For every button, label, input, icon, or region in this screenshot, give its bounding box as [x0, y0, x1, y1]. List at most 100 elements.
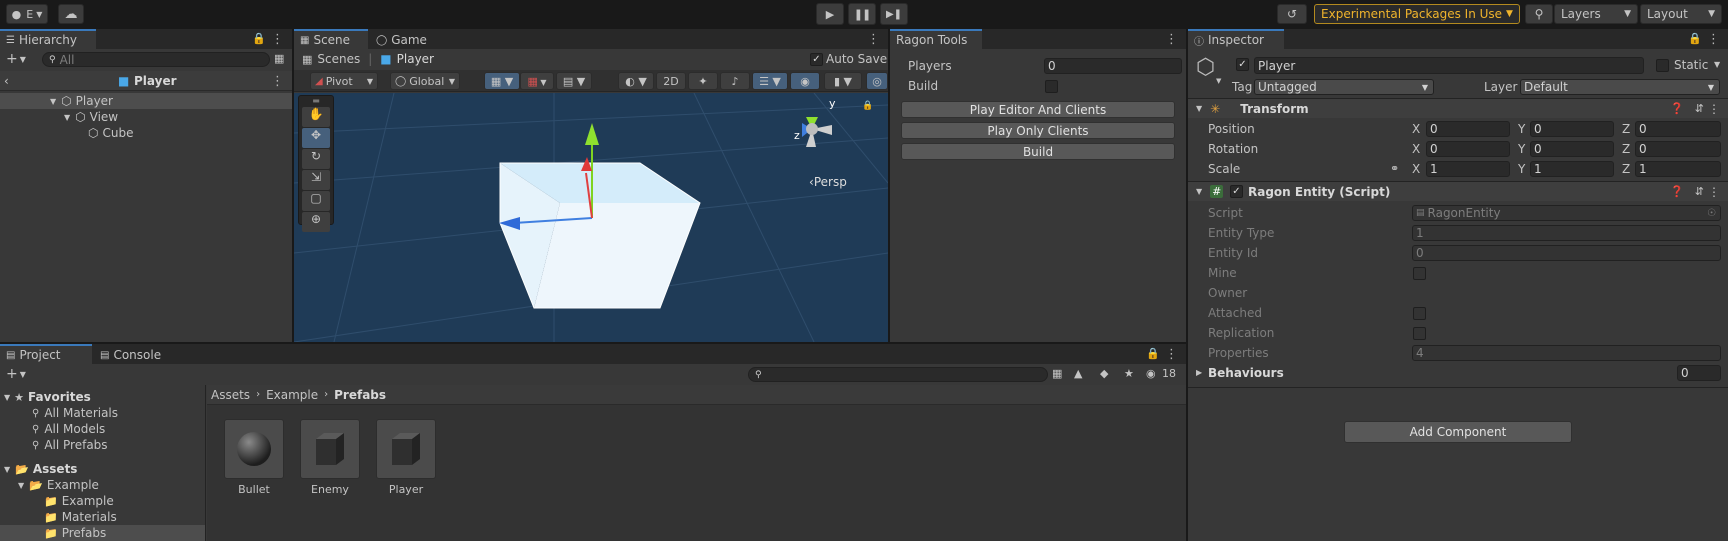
more-menu-icon[interactable]: ⋮ — [1707, 33, 1720, 46]
build-button[interactable]: Build — [901, 143, 1175, 160]
hidden-packages-icon[interactable]: ◉ — [1146, 367, 1156, 380]
folder-item-selected[interactable]: 📁 Prefabs — [0, 525, 205, 541]
lock-icon[interactable]: 🔒 — [1146, 347, 1160, 360]
add-component-button[interactable]: Add Component — [1344, 421, 1572, 443]
help-icon[interactable]: ❓ — [1670, 102, 1684, 115]
folder-item[interactable]: 📁 Materials — [0, 509, 205, 525]
global-dropdown[interactable]: ◯ Global ▼ — [390, 72, 460, 90]
play-only-clients-button[interactable]: Play Only Clients — [901, 122, 1175, 139]
filter-type-icon[interactable]: ▲ — [1074, 367, 1082, 380]
layer-dropdown[interactable]: Default ▼ — [1520, 79, 1720, 95]
favorite-item[interactable]: ⚲ All Prefabs — [0, 437, 205, 453]
breadcrumb-scenes[interactable]: Scenes — [317, 52, 360, 66]
experimental-packages-button[interactable]: Experimental Packages In Use ▼ — [1314, 4, 1520, 24]
camera-settings-button[interactable]: ▮ ▼ — [824, 72, 862, 90]
breadcrumb-assets[interactable]: Assets — [211, 388, 250, 402]
tab-project[interactable]: ▤ Project — [0, 344, 92, 364]
constrain-proportions-icon[interactable]: ⚭ — [1390, 162, 1399, 175]
pivot-dropdown[interactable]: ◢ Pivot ▼ — [310, 72, 378, 90]
chevron-down-icon[interactable]: ▼ — [20, 55, 26, 64]
effects-toggle[interactable]: ☰ ▼ — [752, 72, 788, 90]
transform-header[interactable]: ▼ ✳ Transform ❓ ⇵ ⋮ — [1188, 99, 1728, 118]
back-arrow-icon[interactable]: ‹ — [4, 74, 9, 88]
search-options-icon[interactable]: ▦ — [274, 52, 284, 65]
component-enabled-checkbox[interactable]: ✓ — [1230, 185, 1243, 198]
layers-dropdown[interactable]: Layers ▼ — [1554, 4, 1638, 24]
position-z-input[interactable]: 0 — [1635, 121, 1721, 137]
lock-icon[interactable]: 🔒 — [862, 101, 873, 111]
account-button[interactable]: ● E ▼ — [6, 4, 48, 24]
draw-mode-button[interactable]: ◐ ▼ — [618, 72, 654, 90]
breadcrumb-prefabs[interactable]: Prefabs — [334, 388, 386, 402]
more-menu-icon[interactable]: ⋮ — [1708, 185, 1720, 199]
hierarchy-search-input[interactable]: ⚲ All — [42, 52, 270, 67]
favorite-star-icon[interactable]: ★ — [1124, 367, 1134, 380]
2d-toggle[interactable]: 2D — [656, 72, 686, 90]
preset-icon[interactable]: ⇵ — [1695, 185, 1704, 198]
object-name-input[interactable]: Player — [1254, 57, 1644, 74]
scale-x-input[interactable]: 1 — [1426, 161, 1510, 177]
more-menu-icon[interactable]: ⋮ — [1165, 33, 1178, 46]
expand-arrow-icon[interactable]: ▼ — [50, 97, 56, 106]
assets-root[interactable]: ▼ 📂 Assets — [0, 461, 205, 477]
rotation-z-input[interactable]: 0 — [1635, 141, 1721, 157]
chevron-down-icon[interactable]: ▼ — [20, 370, 26, 379]
rotation-x-input[interactable]: 0 — [1426, 141, 1510, 157]
hidden-objects-toggle[interactable]: ◉ — [790, 72, 820, 90]
foldout-arrow-icon[interactable]: ▶ — [1196, 368, 1202, 377]
folder-item[interactable]: ▼ 📂 Example — [0, 477, 205, 493]
scene-viewport[interactable]: ▬ ✋ ✥ ↻ ⇲ ▢ ⊕ y z 🔒 ‹Persp — [294, 93, 888, 342]
behaviours-count-input[interactable]: 0 — [1677, 365, 1721, 381]
cloud-button[interactable]: ☁ — [58, 4, 84, 24]
play-button[interactable]: ▶ — [816, 3, 844, 25]
help-icon[interactable]: ❓ — [1670, 185, 1684, 198]
more-menu-icon[interactable]: ⋮ — [1165, 348, 1178, 361]
audio-toggle[interactable]: ♪ — [720, 72, 750, 90]
move-tool-icon[interactable]: ✥ — [302, 128, 330, 148]
grid-snapping-button[interactable]: ▦ ▼ — [484, 72, 520, 90]
scale-z-input[interactable]: 1 — [1635, 161, 1721, 177]
perspective-toggle[interactable]: ‹Persp — [809, 175, 847, 189]
rotate-tool-icon[interactable]: ↻ — [302, 149, 330, 169]
project-search-input[interactable]: ⚲ — [748, 367, 1048, 382]
foldout-arrow-icon[interactable]: ▼ — [1196, 104, 1202, 113]
expand-arrow-icon[interactable]: ▼ — [4, 393, 10, 402]
more-menu-icon[interactable]: ⋮ — [271, 33, 284, 46]
auto-save-checkbox[interactable]: ✓ — [810, 53, 823, 66]
tab-hierarchy[interactable]: ☰ Hierarchy — [0, 29, 96, 49]
asset-item[interactable]: Enemy — [300, 419, 360, 496]
breadcrumb-player[interactable]: Player — [397, 52, 434, 66]
expand-arrow-icon[interactable]: ▼ — [4, 465, 10, 474]
rect-tool-icon[interactable]: ▢ — [302, 191, 330, 211]
lock-icon[interactable]: 🔒 — [1688, 32, 1702, 45]
favorite-item[interactable]: ⚲ All Materials — [0, 405, 205, 421]
layout-dropdown[interactable]: Layout ▼ — [1640, 4, 1722, 24]
hierarchy-item[interactable]: ▼ ⬡ Player — [0, 93, 292, 109]
foldout-arrow-icon[interactable]: ▼ — [1196, 187, 1202, 196]
history-button[interactable]: ↺ — [1277, 4, 1307, 24]
increment-snap-button[interactable]: ▤ ▼ — [556, 72, 592, 90]
lock-icon[interactable]: 🔒 — [252, 32, 266, 45]
breadcrumb-example[interactable]: Example — [266, 388, 318, 402]
ragon-entity-header[interactable]: ▼ # ✓ Ragon Entity (Script) ❓ ⇵ ⋮ — [1188, 182, 1728, 201]
chevron-down-icon[interactable]: ▼ — [1714, 60, 1720, 69]
asset-item[interactable]: Player — [376, 419, 436, 496]
static-checkbox[interactable] — [1656, 59, 1669, 72]
scale-y-input[interactable]: 1 — [1530, 161, 1614, 177]
transform-tool-icon[interactable]: ⊕ — [302, 212, 330, 232]
pause-button[interactable]: ❚❚ — [848, 3, 876, 25]
lighting-toggle[interactable]: ✦ — [688, 72, 718, 90]
more-menu-icon[interactable]: ⋮ — [271, 75, 284, 88]
hierarchy-item[interactable]: ▼ ⬡ View — [0, 109, 292, 125]
play-editor-and-clients-button[interactable]: Play Editor And Clients — [901, 101, 1175, 118]
hand-tool-icon[interactable]: ✋ — [302, 107, 330, 127]
players-input[interactable]: 0 — [1044, 58, 1182, 74]
expand-arrow-icon[interactable]: ▼ — [64, 113, 70, 122]
preset-icon[interactable]: ⇵ — [1695, 102, 1704, 115]
folder-item[interactable]: 📁 Example — [0, 493, 205, 509]
position-y-input[interactable]: 0 — [1530, 121, 1614, 137]
favorite-item[interactable]: ⚲ All Models — [0, 421, 205, 437]
scale-tool-icon[interactable]: ⇲ — [302, 170, 330, 190]
tab-scene[interactable]: ▦ Scene — [294, 29, 368, 49]
grid-visibility-button[interactable]: ▦ ▼ — [520, 72, 554, 90]
